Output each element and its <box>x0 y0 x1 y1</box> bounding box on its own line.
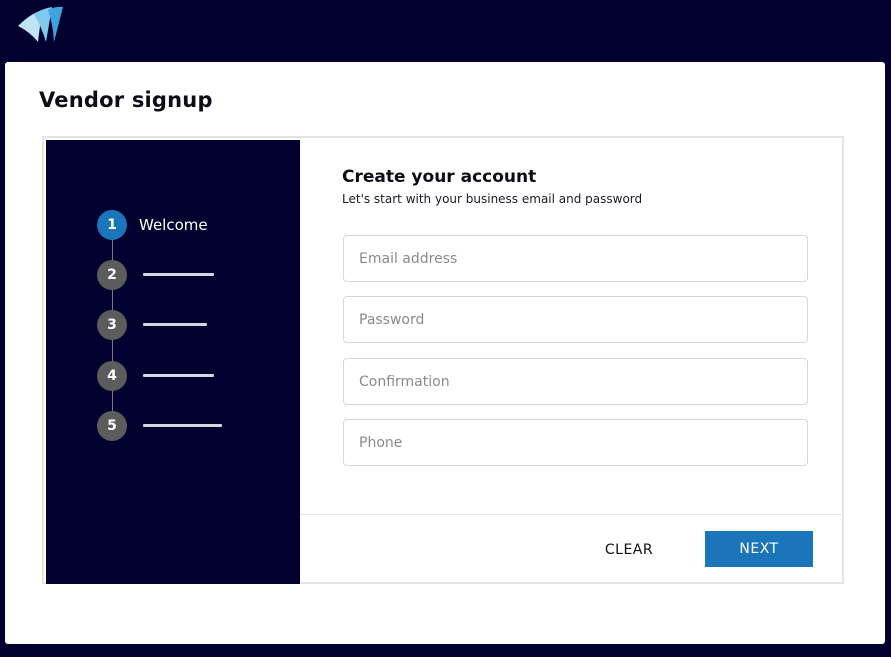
form-divider <box>300 514 844 515</box>
account-form: Create your account Let's start with you… <box>300 140 844 584</box>
clear-button[interactable]: CLEAR <box>586 532 672 568</box>
next-button[interactable]: NEXT <box>705 531 813 567</box>
step-number: 5 <box>97 411 127 441</box>
phone-input[interactable] <box>343 419 808 466</box>
confirmation-input[interactable] <box>343 358 808 405</box>
step-4[interactable]: 4 <box>97 361 287 391</box>
step-placeholder-bar <box>143 323 207 326</box>
step-number: 4 <box>97 361 127 391</box>
step-5[interactable]: 5 <box>97 411 287 441</box>
step-2[interactable]: 2 <box>97 260 287 290</box>
signup-wizard: 1 Welcome 2 3 4 5 Create your account Le… <box>42 136 844 584</box>
step-number: 2 <box>97 260 127 290</box>
step-placeholder-bar <box>143 273 214 276</box>
step-placeholder-bar <box>143 424 222 427</box>
sail-logo-icon[interactable] <box>16 4 66 44</box>
form-title: Create your account <box>342 167 537 187</box>
email-input[interactable] <box>343 235 808 282</box>
step-placeholder-bar <box>143 374 214 377</box>
step-1[interactable]: 1 Welcome <box>97 210 287 240</box>
page-title: Vendor signup <box>39 88 213 112</box>
steps-panel: 1 Welcome 2 3 4 5 <box>46 140 300 584</box>
password-input[interactable] <box>343 296 808 343</box>
step-3[interactable]: 3 <box>97 310 287 340</box>
form-subtitle: Let's start with your business email and… <box>342 192 643 206</box>
top-bar <box>0 0 891 62</box>
step-label: Welcome <box>139 216 208 234</box>
signup-card: Vendor signup 1 Welcome 2 3 4 5 Create y… <box>5 62 885 644</box>
step-number: 3 <box>97 310 127 340</box>
step-number: 1 <box>97 210 127 240</box>
